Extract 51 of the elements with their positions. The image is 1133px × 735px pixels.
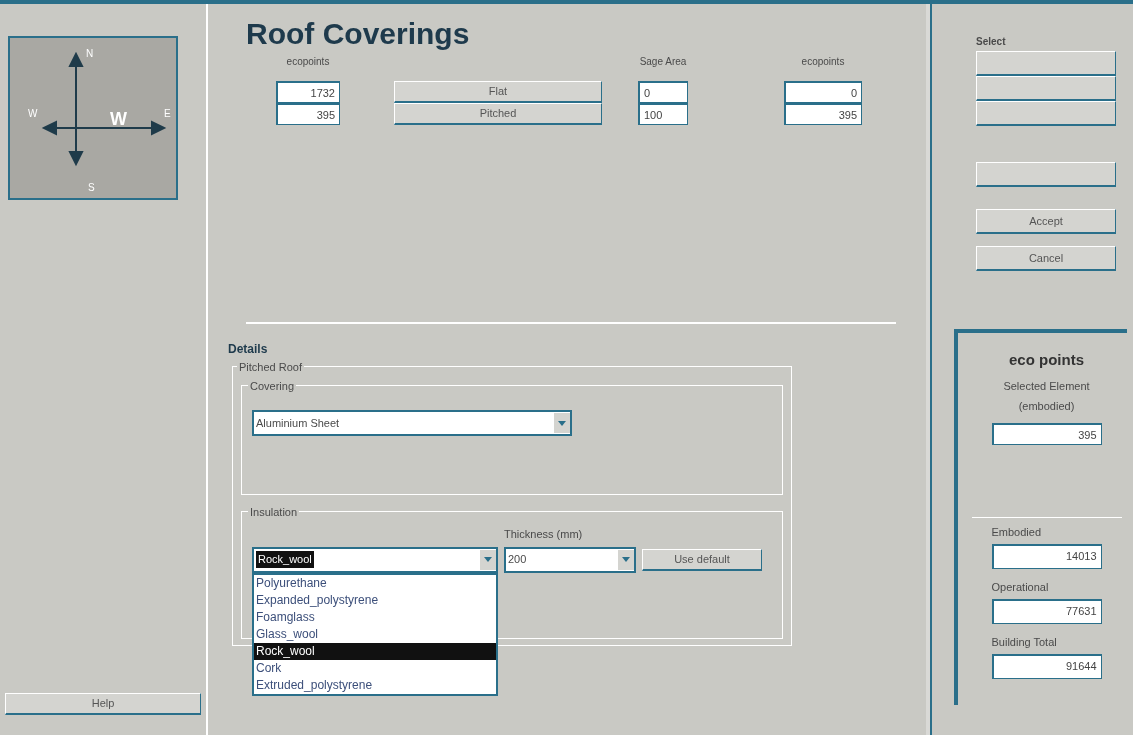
roof-type-button[interactable]: Pitched [394, 103, 602, 125]
panel-title: eco points [1009, 350, 1084, 370]
section-label: Select [976, 35, 1007, 49]
section-heading: Details [228, 341, 269, 358]
roof-type-button[interactable]: Flat [394, 81, 602, 103]
dropdown-option[interactable]: Expanded_polystyrene [254, 591, 496, 609]
value-field: 395 [276, 103, 340, 125]
blank-button[interactable] [976, 162, 1116, 187]
dropdown-option[interactable]: Foamglass [254, 608, 496, 626]
field-label: Building Total [991, 635, 1058, 649]
compass-label: W [28, 107, 38, 121]
blank-button[interactable] [976, 101, 1116, 126]
value-field: 395 [784, 103, 862, 125]
value-field: 395 [991, 422, 1102, 445]
dropdown-value: 200 [508, 552, 527, 568]
value-field: 100 [638, 103, 688, 125]
covering-dropdown[interactable]: Aluminium Sheet [252, 410, 572, 436]
dropdown-value: Rock_wool [256, 551, 314, 568]
column-header: ecopoints [286, 55, 330, 69]
value-field: 91644 [991, 653, 1102, 679]
dropdown-option[interactable]: Cork [254, 659, 496, 677]
blank-button[interactable] [976, 76, 1116, 101]
value-field: 14013 [991, 543, 1102, 569]
field-label: Embodied [991, 525, 1043, 539]
help-button[interactable]: Help [5, 693, 201, 715]
value-field: 0 [638, 81, 688, 103]
compass-label: E [164, 107, 171, 121]
compass-label: W [110, 108, 127, 131]
dropdown-option[interactable]: Rock_wool [254, 642, 496, 660]
field-label: Selected Element [1003, 378, 1090, 394]
column-header: ecopoints [801, 55, 845, 69]
value-field: 1732 [276, 81, 340, 103]
field-label: (embodied) [1018, 399, 1075, 414]
field-label: Thickness (mm) [504, 527, 584, 542]
cancel-button[interactable]: Cancel [976, 246, 1116, 271]
value-field: 0 [784, 81, 862, 103]
dropdown-option[interactable]: Glass_wool [254, 625, 496, 643]
dropdown-option[interactable]: Extruded_polystyrene [254, 676, 496, 694]
page-title: Roof Coverings [246, 16, 471, 52]
compass-label: S [88, 181, 95, 195]
field-label: Operational [991, 580, 1050, 594]
insulation-dropdown[interactable]: Rock_wool [252, 546, 498, 573]
compass-label: N [86, 47, 94, 61]
dropdown-value: Aluminium Sheet [256, 415, 340, 431]
column-header: Sage Area [639, 55, 687, 69]
dropdown-option[interactable]: Polyurethane [254, 574, 496, 592]
value-field: 77631 [991, 598, 1102, 624]
blank-button[interactable] [976, 51, 1116, 76]
accept-button[interactable]: Accept [976, 209, 1116, 234]
thickness-dropdown[interactable]: 200 [504, 546, 636, 573]
use-default-button[interactable]: Use default [642, 548, 762, 571]
